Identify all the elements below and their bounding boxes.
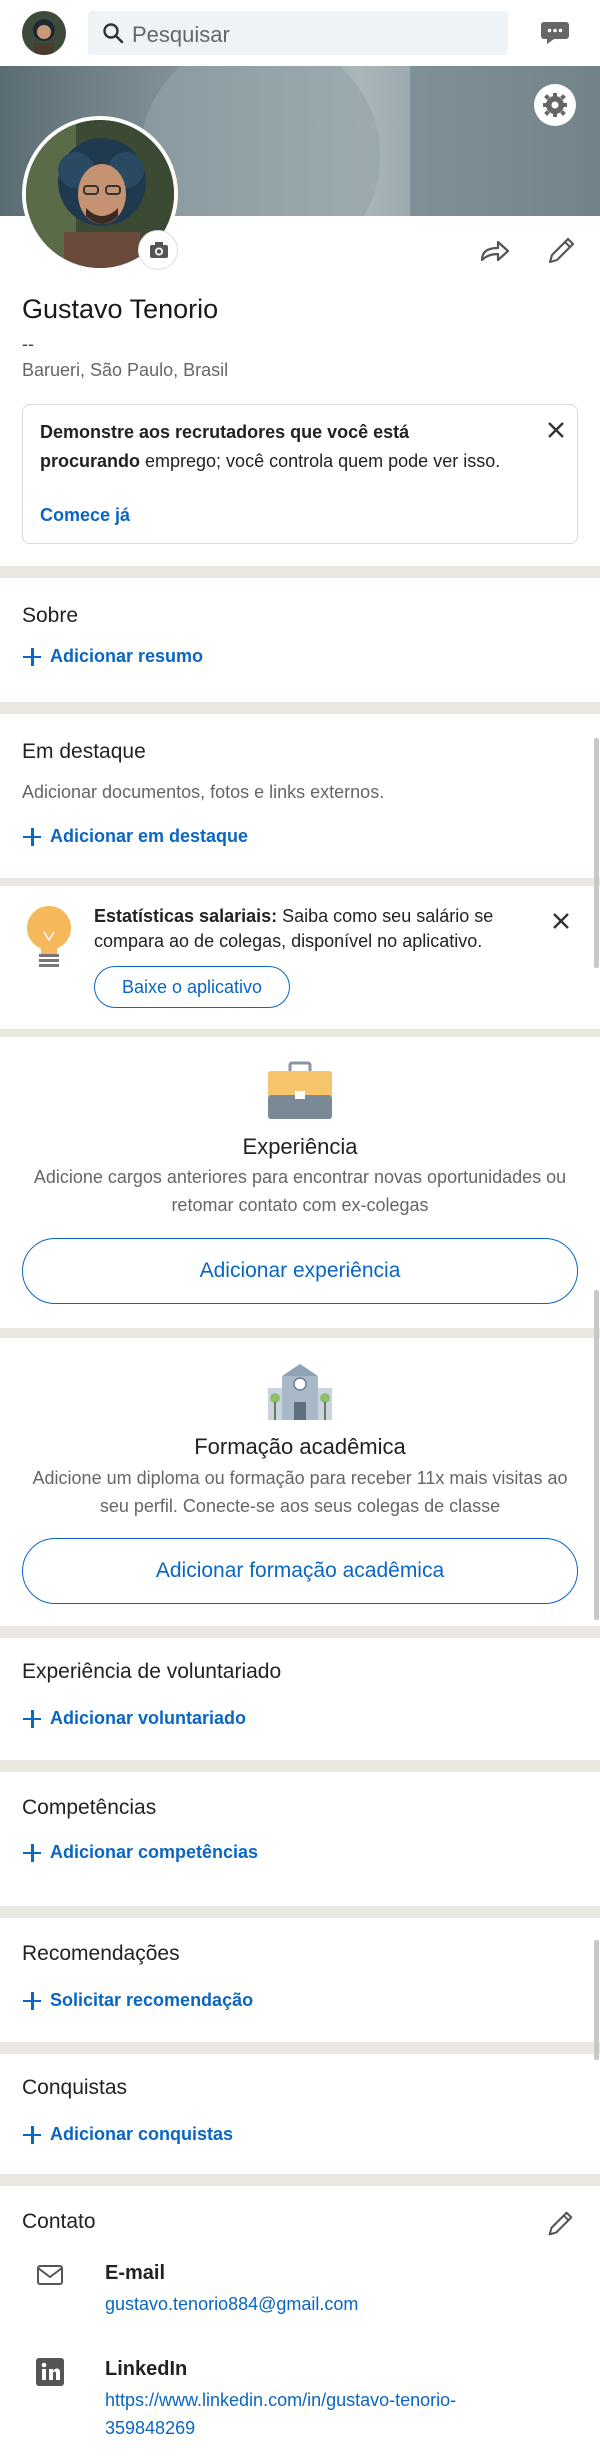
share-icon[interactable] — [478, 234, 512, 268]
experience-section: Experiência Adicione cargos anteriores p… — [0, 1037, 600, 1328]
school-building-icon — [266, 1362, 334, 1427]
add-skills-label: Adicionar competências — [50, 1842, 259, 1862]
request-recommendation-link[interactable]: Solicitar recomendação — [22, 1990, 253, 2011]
open-to-work-rest: emprego; você controla quem pode ver iss… — [140, 451, 501, 471]
about-title: Sobre — [22, 604, 79, 627]
search-input[interactable]: Pesquisar — [88, 11, 508, 55]
linkedin-label: LinkedIn — [105, 2358, 188, 2380]
education-section: Formação acadêmica Adicione um diploma o… — [0, 1338, 600, 1626]
featured-description: Adicionar documentos, fotos e links exte… — [22, 782, 385, 802]
add-accomplishments-label: Adicionar conquistas — [50, 2124, 234, 2144]
plus-icon — [22, 1991, 42, 2011]
experience-title: Experiência — [242, 1134, 358, 1159]
add-summary-link[interactable]: Adicionar resumo — [22, 646, 203, 667]
add-featured-link[interactable]: Adicionar em destaque — [22, 826, 248, 847]
avatar[interactable] — [22, 11, 66, 55]
briefcase-icon — [266, 1061, 334, 1126]
camera-icon[interactable] — [138, 230, 178, 270]
education-title: Formação acadêmica — [194, 1434, 406, 1459]
request-recommendation-label: Solicitar recomendação — [50, 1990, 254, 2010]
edit-pencil-icon[interactable] — [544, 234, 578, 268]
scrollbar[interactable] — [594, 1940, 599, 2060]
profile-card: Gustavo Tenorio -- Barueri, São Paulo, B… — [0, 66, 600, 566]
skills-section: Competências Adicionar competências — [0, 1772, 600, 1906]
contact-title: Contato — [22, 2210, 96, 2233]
volunteer-title: Experiência de voluntariado — [22, 1660, 282, 1683]
plus-icon — [22, 2125, 42, 2145]
education-description: Adicione um diploma ou formação para rec… — [32, 1468, 568, 1516]
featured-section: Em destaque Adicionar documentos, fotos … — [0, 714, 600, 878]
about-section: Sobre Adicionar resumo — [0, 578, 600, 702]
close-icon[interactable] — [545, 419, 567, 441]
envelope-icon — [36, 2264, 64, 2291]
profile-headline: -- — [22, 334, 34, 354]
get-started-link[interactable]: Comece já — [40, 505, 130, 526]
download-app-button[interactable]: Baixe o aplicativo — [94, 966, 290, 1008]
add-skills-link[interactable]: Adicionar competências — [22, 1842, 258, 1863]
scrollbar[interactable] — [594, 738, 599, 968]
plus-icon — [22, 827, 42, 847]
add-experience-button[interactable]: Adicionar experiência — [22, 1238, 578, 1304]
plus-icon — [22, 1709, 42, 1729]
accomplishments-title: Conquistas — [22, 2076, 128, 2099]
profile-name: Gustavo Tenorio — [22, 294, 219, 324]
recommendations-section: Recomendações Solicitar recomendação — [0, 1918, 600, 2042]
open-to-work-card: Demonstre aos recrutadores que você está… — [22, 404, 578, 544]
salary-text: Estatísticas salariais: Saiba como seu s… — [94, 904, 544, 954]
salary-insights-card: Estatísticas salariais: Saiba como seu s… — [0, 886, 600, 1029]
volunteer-section: Experiência de voluntariado Adicionar vo… — [0, 1638, 600, 1760]
experience-description: Adicione cargos anteriores para encontra… — [33, 1167, 567, 1215]
email-label: E-mail — [105, 2262, 166, 2284]
add-featured-label: Adicionar em destaque — [50, 826, 249, 846]
accomplishments-section: Conquistas Adicionar conquistas — [0, 2054, 600, 2174]
email-link[interactable]: gustavo.tenorio884@gmail.com — [105, 2290, 545, 2318]
add-accomplishments-link[interactable]: Adicionar conquistas — [22, 2124, 233, 2145]
add-summary-label: Adicionar resumo — [50, 646, 204, 666]
add-volunteer-label: Adicionar voluntariado — [50, 1708, 247, 1728]
add-volunteer-link[interactable]: Adicionar voluntariado — [22, 1708, 246, 1729]
settings-gear-icon[interactable] — [534, 84, 576, 126]
close-icon[interactable] — [550, 910, 572, 932]
scrollbar[interactable] — [594, 1290, 599, 1620]
add-education-button[interactable]: Adicionar formação acadêmica — [22, 1538, 578, 1604]
top-bar: Pesquisar — [0, 0, 600, 66]
lightbulb-icon — [24, 904, 74, 979]
recommendations-title: Recomendações — [22, 1942, 180, 1965]
profile-location: Barueri, São Paulo, Brasil — [22, 360, 229, 380]
search-icon — [102, 22, 124, 49]
plus-icon — [22, 1843, 42, 1863]
skills-title: Competências — [22, 1796, 157, 1819]
linkedin-icon — [36, 2358, 64, 2391]
messaging-icon[interactable] — [540, 20, 570, 46]
open-to-work-text: Demonstre aos recrutadores que você está… — [40, 418, 510, 476]
salary-bold: Estatísticas salariais: — [94, 906, 278, 926]
contact-section: Contato E-mail gustavo.tenorio884@gmail.… — [0, 2186, 600, 2464]
linkedin-url-link[interactable]: https://www.linkedin.com/in/gustavo-teno… — [105, 2386, 545, 2442]
edit-pencil-icon[interactable] — [544, 2208, 576, 2240]
featured-title: Em destaque — [22, 740, 146, 763]
search-placeholder: Pesquisar — [132, 22, 230, 47]
plus-icon — [22, 647, 42, 667]
